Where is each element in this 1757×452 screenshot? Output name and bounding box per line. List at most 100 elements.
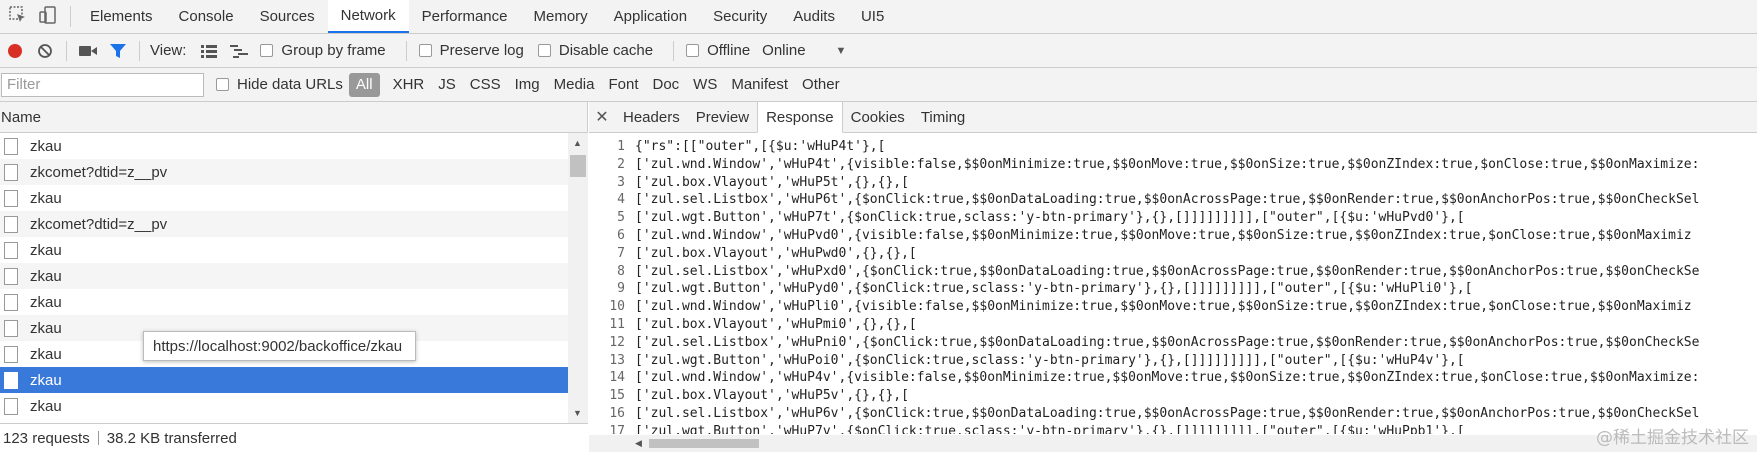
tab-application[interactable]: Application xyxy=(601,0,700,33)
close-detail-icon[interactable]: ✕ xyxy=(589,102,615,132)
request-row[interactable]: zkau xyxy=(0,263,568,289)
request-row[interactable]: zkau xyxy=(0,367,568,393)
detail-tabs: ✕ Headers Preview Response Cookies Timing xyxy=(589,102,1757,133)
tab-elements[interactable]: Elements xyxy=(77,0,166,33)
tab-ui5[interactable]: UI5 xyxy=(848,0,897,33)
code-line: ['zul.sel.Listbox','wHuPni0',{$onClick:t… xyxy=(635,334,1700,350)
detail-tab-timing[interactable]: Timing xyxy=(913,102,973,132)
document-icon xyxy=(4,371,18,389)
tab-performance[interactable]: Performance xyxy=(409,0,521,33)
tab-memory[interactable]: Memory xyxy=(521,0,601,33)
request-name: zkau xyxy=(30,241,62,259)
checkbox-box xyxy=(418,44,432,57)
code-line: ['zul.wnd.Window','wHuPli0',{visible:fal… xyxy=(635,299,1692,315)
scroll-left-icon[interactable]: ◀ xyxy=(635,438,642,449)
code-line: ['zul.wnd.Window','wHuP4t',{visible:fals… xyxy=(635,156,1700,172)
request-row[interactable]: zkcomet?dtid=z__pv xyxy=(0,211,568,237)
line-number-gutter: 123456789101112131415161718 xyxy=(589,138,625,434)
name-column-header[interactable]: Name xyxy=(0,102,587,133)
code-line: ['zul.box.Vlayout','wHuP5v',{},{},[ xyxy=(635,388,909,404)
detail-tab-headers[interactable]: Headers xyxy=(615,102,688,132)
scroll-up-icon[interactable]: ▲ xyxy=(573,138,582,148)
scrollbar-thumb[interactable] xyxy=(649,439,759,448)
clear-button[interactable] xyxy=(30,36,60,66)
filter-toggle-button[interactable] xyxy=(103,36,133,66)
record-button[interactable] xyxy=(0,36,30,66)
tab-sources[interactable]: Sources xyxy=(247,0,328,33)
checkbox-box xyxy=(686,44,700,57)
document-icon xyxy=(4,293,18,311)
dropdown-arrow-icon: ▼ xyxy=(835,44,847,57)
request-name: zkau xyxy=(30,267,62,285)
request-row[interactable]: zkau xyxy=(0,237,568,263)
filter-bar: Hide data URLs AllXHRJSCSSImgMediaFontDo… xyxy=(0,68,1757,102)
type-filter-media[interactable]: Media xyxy=(547,73,602,97)
document-icon xyxy=(4,267,18,285)
throttling-select[interactable]: Online ▼ xyxy=(762,42,846,59)
inspect-element-icon[interactable] xyxy=(8,5,28,28)
tab-console[interactable]: Console xyxy=(166,0,247,33)
code-line: ['zul.wnd.Window','wHuP4v',{visible:fals… xyxy=(635,370,1700,386)
waterfall-overview-button[interactable] xyxy=(224,36,254,66)
network-toolbar: View: Group by frame Preserve log Disabl… xyxy=(0,34,1757,68)
type-filter-doc[interactable]: Doc xyxy=(645,73,686,97)
tab-audits[interactable]: Audits xyxy=(780,0,848,33)
type-filter-all[interactable]: All xyxy=(348,72,380,97)
detail-tab-response[interactable]: Response xyxy=(757,102,843,133)
type-filter-manifest[interactable]: Manifest xyxy=(724,73,795,97)
scrollbar-thumb[interactable] xyxy=(570,155,586,177)
offline-checkbox[interactable]: Offline xyxy=(686,42,750,59)
disable-cache-checkbox[interactable]: Disable cache xyxy=(537,42,653,59)
detail-tab-preview[interactable]: Preview xyxy=(688,102,757,132)
line-number: 15 xyxy=(609,388,625,404)
line-number: 2 xyxy=(617,156,625,172)
response-viewer[interactable]: 123456789101112131415161718 {"rs":[["out… xyxy=(589,134,1757,434)
preserve-log-checkbox[interactable]: Preserve log xyxy=(418,42,524,59)
type-filter-font[interactable]: Font xyxy=(601,73,645,97)
document-icon xyxy=(4,319,18,337)
capture-screenshots-button[interactable] xyxy=(73,36,103,66)
detail-tab-cookies[interactable]: Cookies xyxy=(843,102,913,132)
group-by-frame-checkbox[interactable]: Group by frame xyxy=(260,42,386,59)
code-line: ['zul.wgt.Button','wHuPoi0',{$onClick:tr… xyxy=(635,352,1465,368)
scroll-down-icon[interactable]: ▼ xyxy=(573,408,582,418)
checkbox-box xyxy=(260,44,274,57)
type-filter-css[interactable]: CSS xyxy=(463,73,508,97)
device-toolbar-icon[interactable] xyxy=(38,5,58,28)
type-filter-js[interactable]: JS xyxy=(431,73,463,97)
group-by-frame-label: Group by frame xyxy=(281,42,386,59)
type-filter-other[interactable]: Other xyxy=(795,73,847,97)
large-rows-button[interactable] xyxy=(194,36,224,66)
type-filter-ws[interactable]: WS xyxy=(686,73,724,97)
request-row[interactable]: zkau xyxy=(0,393,568,419)
offline-label: Offline xyxy=(707,42,751,59)
line-number: 5 xyxy=(617,210,625,226)
code-line: ['zul.wgt.Button','wHuPyd0',{$onClick:tr… xyxy=(635,281,1473,297)
resource-type-filters: All XHR JS CSS Img Media Font Doc WS Manifest Othe… xyxy=(348,72,847,97)
response-horizontal-scrollbar[interactable]: ◀ xyxy=(589,435,1757,452)
view-label: View: xyxy=(150,42,187,59)
tab-network[interactable]: Network xyxy=(327,0,409,33)
hide-data-urls-checkbox[interactable]: Hide data URLs xyxy=(216,76,343,93)
response-text[interactable]: {"rs":[["outer",[{$u:'wHuP4t'},[['zul.wn… xyxy=(635,138,1699,434)
line-number: 14 xyxy=(609,370,625,386)
request-name: zkcomet?dtid=z__pv xyxy=(30,163,168,181)
type-filter-img[interactable]: Img xyxy=(508,73,547,97)
code-line: ['zul.wgt.Button','wHuP7v',{$onClick:tru… xyxy=(635,423,1465,434)
request-name: zkau xyxy=(30,371,62,389)
request-list-scrollbar[interactable]: ▲ ▼ xyxy=(568,133,588,423)
throttling-value: Online xyxy=(762,42,806,59)
request-row[interactable]: zkau xyxy=(0,289,568,315)
request-row[interactable]: zkau xyxy=(0,133,568,159)
filter-input[interactable] xyxy=(1,72,204,97)
type-filter-xhr[interactable]: XHR xyxy=(386,73,432,97)
request-row[interactable]: zkau xyxy=(0,185,568,211)
request-row[interactable]: zkcomet?dtid=z__pv xyxy=(0,159,568,185)
main-tabs: Elements Console Sources Network Performance… xyxy=(71,0,897,33)
document-icon xyxy=(4,241,18,259)
code-line: ['zul.wgt.Button','wHuP7t',{$onClick:tru… xyxy=(635,210,1465,226)
tab-security[interactable]: Security xyxy=(700,0,780,33)
document-icon xyxy=(4,215,18,233)
url-tooltip: https://localhost:9002/backoffice/zkau xyxy=(143,331,416,361)
devtools-tabbar: Elements Console Sources Network Performance… xyxy=(0,0,1757,34)
